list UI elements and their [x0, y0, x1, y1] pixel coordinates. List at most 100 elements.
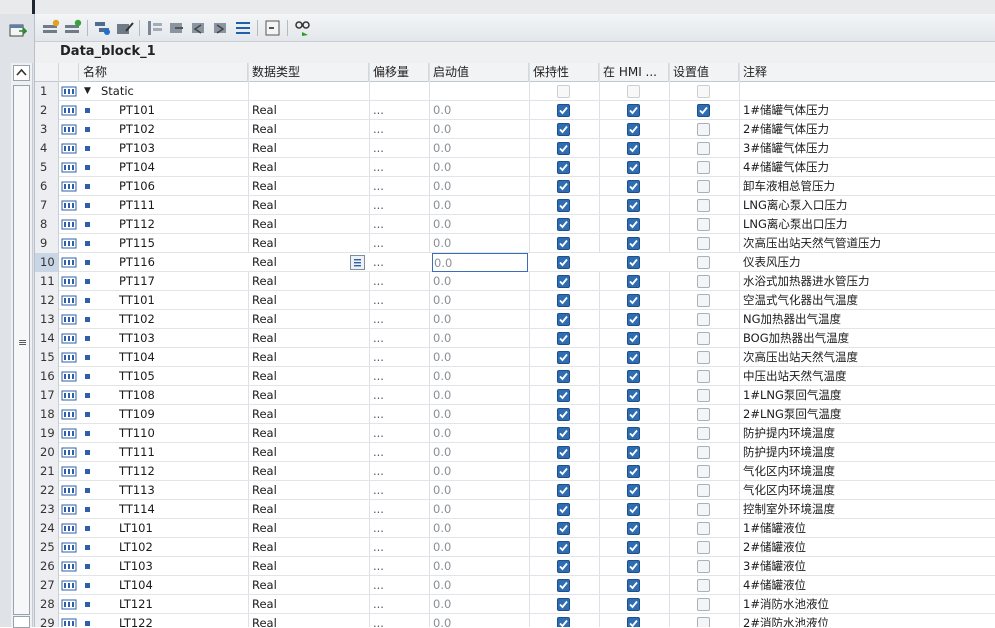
hmi-checkbox[interactable] [627, 275, 640, 288]
data-type[interactable]: Real [252, 215, 362, 234]
comment[interactable]: 气化区内环境温度 [743, 462, 993, 481]
retain-checkbox[interactable] [557, 389, 570, 402]
tag-name[interactable]: PT103 [119, 139, 249, 158]
hmi-checkbox[interactable] [627, 351, 640, 364]
comment[interactable]: 中压出站天然气温度 [743, 367, 993, 386]
data-type[interactable]: Real [252, 101, 362, 120]
hmi-checkbox[interactable] [627, 465, 640, 478]
retain-checkbox[interactable] [557, 218, 570, 231]
table-row[interactable]: 4 PT103 Real... 0.0 3#储罐气体压力 [35, 139, 995, 158]
start-value[interactable]: 0.0 [432, 139, 528, 158]
setpoint-checkbox[interactable] [697, 484, 710, 497]
add-row-icon[interactable] [63, 19, 83, 37]
tag-name[interactable]: PT116 [119, 253, 249, 272]
hmi-checkbox[interactable] [627, 427, 640, 440]
setpoint-checkbox[interactable] [697, 617, 710, 627]
header-retain[interactable]: 保持性 [529, 63, 599, 82]
retain-checkbox[interactable] [557, 617, 570, 627]
data-type[interactable]: Real [252, 139, 362, 158]
start-value[interactable]: 0.0 [432, 348, 528, 367]
scroll-up-button[interactable] [13, 65, 30, 81]
scroll-down-button[interactable] [13, 616, 30, 628]
hmi-checkbox[interactable] [627, 389, 640, 402]
start-value[interactable]: 0.0 [432, 177, 528, 196]
retain-checkbox[interactable] [557, 560, 570, 573]
tag-name[interactable]: TT108 [119, 386, 249, 405]
hmi-checkbox[interactable] [627, 484, 640, 497]
data-type[interactable]: Real [252, 405, 362, 424]
table-row[interactable]: 20 TT111 Real... 0.0 防护提内环境温度 [35, 443, 995, 462]
data-type[interactable]: Real [252, 443, 362, 462]
start-value[interactable]: 0.0 [432, 519, 528, 538]
header-start-value[interactable]: 启动值 [429, 63, 529, 82]
setpoint-checkbox[interactable] [697, 560, 710, 573]
data-type[interactable]: Real [252, 481, 362, 500]
tag-name[interactable]: PT104 [119, 158, 249, 177]
table-row[interactable]: 12 TT101 Real... 0.0 空温式气化器出气温度 [35, 291, 995, 310]
tag-name[interactable]: LT102 [119, 538, 249, 557]
hmi-checkbox[interactable] [627, 256, 640, 269]
data-type[interactable]: Real [252, 500, 362, 519]
setpoint-checkbox[interactable] [697, 275, 710, 288]
comment[interactable]: 2#储罐液位 [743, 538, 993, 557]
hmi-checkbox[interactable] [627, 237, 640, 250]
comment[interactable]: 2#储罐气体压力 [743, 120, 993, 139]
comment[interactable]: 1#消防水池液位 [743, 595, 993, 614]
start-values-icon[interactable] [189, 19, 209, 37]
type-picker-icon[interactable] [350, 255, 365, 270]
start-value[interactable]: 0.0 [432, 386, 528, 405]
hmi-checkbox[interactable] [627, 161, 640, 174]
comment[interactable]: 仪表风压力 [743, 253, 993, 272]
retain-checkbox[interactable] [557, 332, 570, 345]
retain-checkbox[interactable] [557, 294, 570, 307]
retain-checkbox[interactable] [557, 408, 570, 421]
setpoint-checkbox[interactable] [697, 256, 710, 269]
start-value[interactable]: 0.0 [432, 120, 528, 139]
table-row[interactable]: 23 TT114 Real... 0.0 控制室外环境温度 [35, 500, 995, 519]
insert-row-icon[interactable] [41, 19, 61, 37]
data-type[interactable]: Real [252, 272, 362, 291]
splitter[interactable] [32, 0, 35, 14]
data-type[interactable]: Real [252, 557, 362, 576]
header-setpoint[interactable]: 设置值 [669, 63, 739, 82]
header-hmi[interactable]: 在 HMI ... [599, 63, 669, 82]
edit-icon[interactable] [115, 19, 135, 37]
comment[interactable]: NG加热器出气温度 [743, 310, 993, 329]
table-row[interactable]: 25 LT102 Real... 0.0 2#储罐液位 [35, 538, 995, 557]
table-row[interactable]: 29 LT122 Real... 0.0 2#消防水池液位 [35, 614, 995, 627]
start-value[interactable]: 0.0 [432, 614, 528, 627]
comment[interactable]: 水浴式加热器进水管压力 [743, 272, 993, 291]
retain-checkbox[interactable] [557, 104, 570, 117]
hmi-checkbox[interactable] [627, 408, 640, 421]
tag-name[interactable]: TT103 [119, 329, 249, 348]
setpoint-checkbox[interactable] [697, 408, 710, 421]
comment[interactable]: 气化区内环境温度 [743, 481, 993, 500]
setpoint-checkbox[interactable] [697, 123, 710, 136]
data-type[interactable]: Real [252, 614, 362, 627]
collapse-icon[interactable]: ▼ [84, 86, 91, 96]
start-value[interactable]: 0.0 [432, 272, 528, 291]
start-value[interactable]: 0.0 [432, 329, 528, 348]
start-value[interactable]: 0.0 [432, 576, 528, 595]
table-row[interactable]: 8 PT112 Real... 0.0 LNG离心泵出口压力 [35, 215, 995, 234]
header-data-type[interactable]: 数据类型 [248, 63, 369, 82]
data-type[interactable]: Real [252, 310, 362, 329]
comment[interactable]: BOG加热器出气温度 [743, 329, 993, 348]
retain-checkbox[interactable] [557, 446, 570, 459]
expand-icon[interactable] [93, 19, 113, 37]
vertical-scrollbar[interactable]: ≡ [11, 63, 33, 628]
table-row[interactable]: 26 LT103 Real... 0.0 3#储罐液位 [35, 557, 995, 576]
tag-name[interactable]: TT102 [119, 310, 249, 329]
data-type[interactable]: Real [252, 196, 362, 215]
retain-checkbox[interactable] [557, 522, 570, 535]
hmi-checkbox[interactable] [627, 123, 640, 136]
hmi-checkbox[interactable] [627, 503, 640, 516]
start-value[interactable]: 0.0 [432, 101, 528, 120]
retain-checkbox[interactable] [557, 465, 570, 478]
start-value[interactable]: 0.0 [432, 595, 528, 614]
header-comment[interactable]: 注释 [739, 63, 995, 82]
table-row[interactable]: 14 TT103 Real... 0.0 BOG加热器出气温度 [35, 329, 995, 348]
retain-checkbox[interactable] [557, 180, 570, 193]
load-values-icon[interactable] [211, 19, 231, 37]
table-row[interactable]: 13 TT102 Real... 0.0 NG加热器出气温度 [35, 310, 995, 329]
